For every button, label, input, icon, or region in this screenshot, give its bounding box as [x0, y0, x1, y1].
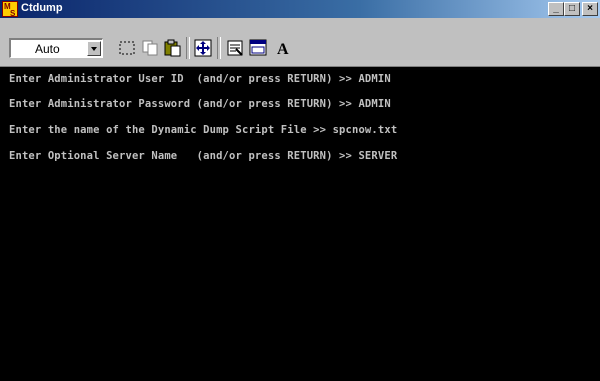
console-window: MS Ctdump _ □ × Auto A Enter Administrat… — [0, 0, 600, 381]
ms-app-icon[interactable]: MS — [2, 1, 18, 18]
toolbar: Auto A — [0, 18, 600, 66]
console-line: Enter Administrator Password (and/or pre… — [9, 98, 391, 110]
background-button[interactable] — [247, 37, 269, 59]
font-icon: A — [277, 41, 289, 57]
paste-icon — [164, 39, 181, 57]
title-bar[interactable]: MS Ctdump _ □ × — [0, 0, 600, 18]
chevron-down-icon[interactable] — [87, 41, 101, 56]
font-size-select[interactable]: Auto — [9, 38, 103, 58]
toolbar-separator — [186, 37, 190, 59]
copy-icon — [142, 40, 158, 56]
maximize-button[interactable]: □ — [564, 2, 580, 16]
window-title: Ctdump — [21, 2, 63, 14]
copy-button[interactable] — [139, 37, 161, 59]
console-line: Enter the name of the Dynamic Dump Scrip… — [9, 124, 398, 136]
properties-button[interactable] — [224, 37, 246, 59]
toolbar-separator — [217, 37, 221, 59]
console-output[interactable]: Enter Administrator User ID (and/or pres… — [0, 66, 600, 381]
mark-button[interactable] — [116, 37, 138, 59]
mark-icon — [119, 41, 135, 55]
fullscreen-button[interactable] — [192, 37, 214, 59]
properties-icon — [227, 40, 243, 56]
svg-text:A: A — [277, 41, 289, 57]
window-icon — [249, 39, 267, 56]
close-button[interactable]: × — [582, 2, 598, 16]
console-line: Enter Administrator User ID (and/or pres… — [9, 73, 391, 85]
fullscreen-icon — [194, 39, 212, 57]
console-line: Enter Optional Server Name (and/or press… — [9, 150, 398, 162]
font-size-value: Auto — [35, 42, 60, 56]
font-button[interactable]: A — [272, 37, 294, 59]
minimize-button[interactable]: _ — [548, 2, 564, 16]
paste-button[interactable] — [162, 37, 184, 59]
